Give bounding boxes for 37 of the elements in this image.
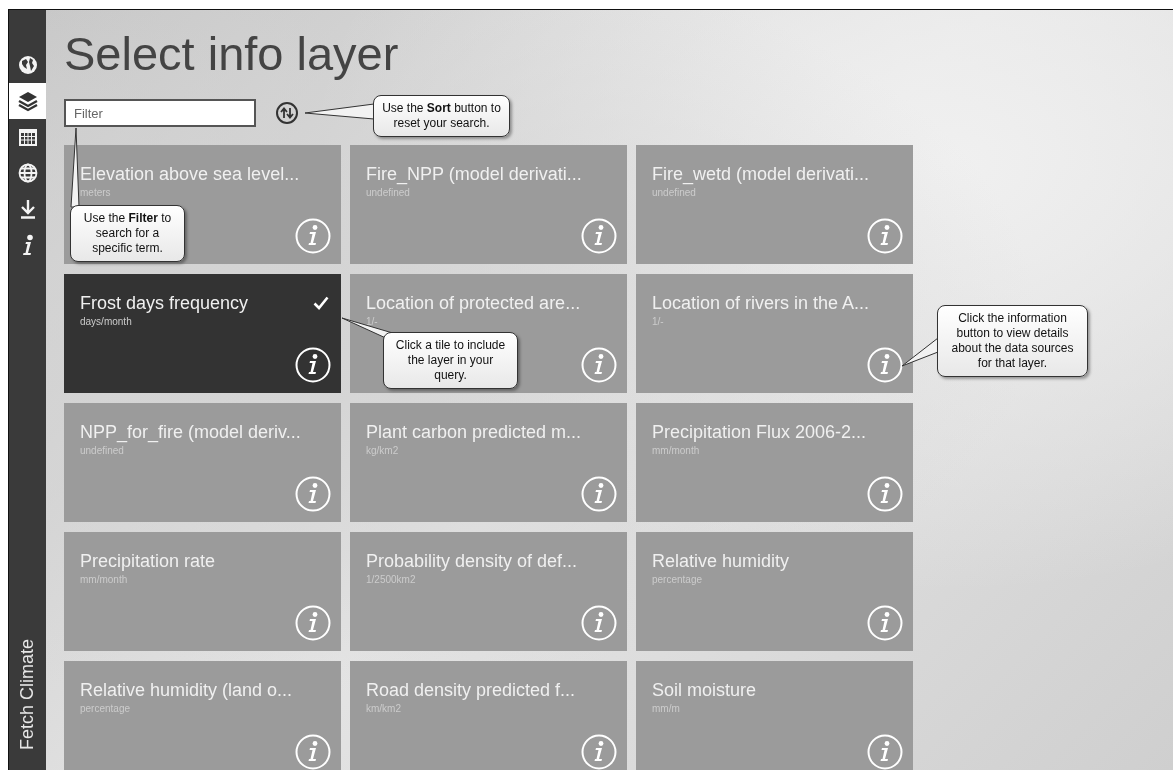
- tile-unit: days/month: [80, 316, 132, 327]
- page-title: Select info layer: [64, 26, 400, 82]
- tile-title: Fire_NPP (model derivati...: [366, 163, 582, 185]
- callout: Use the Sort button to reset your search.: [373, 95, 510, 137]
- callout-pointer: [901, 337, 939, 367]
- calendar-icon: [17, 127, 38, 147]
- sort-icon: [280, 107, 294, 119]
- callout: Click the information button to view details about the data sources for that layer.: [937, 305, 1088, 377]
- tile-title: Fire_wetd (model derivati...: [652, 163, 870, 185]
- tile-title: Precipitation Flux 2006-2...: [652, 421, 867, 443]
- globe-icon: [17, 163, 38, 183]
- layer-tile[interactable]: Frost days frequency days/month: [64, 274, 341, 393]
- tile-title: Probability density of def...: [366, 550, 578, 572]
- app-name: Fetch Climate: [17, 638, 38, 750]
- tile-title: Elevation above sea level...: [80, 163, 300, 185]
- tile-title: Location of protected are...: [366, 292, 581, 314]
- callout: Use the Filter to search for a specific term.: [70, 205, 185, 262]
- tile-title: Road density predicted f...: [366, 679, 576, 701]
- tile-title: Soil moisture: [652, 679, 757, 701]
- sidebar-item[interactable]: [9, 83, 46, 119]
- checkmark-icon: [313, 296, 329, 310]
- tile-title: Location of rivers in the A...: [652, 292, 870, 314]
- info-icon: [20, 234, 35, 256]
- tile-title: Plant carbon predicted m...: [366, 421, 582, 443]
- info-button[interactable]: [295, 347, 331, 383]
- download-icon: [18, 199, 37, 219]
- layers-icon: [16, 90, 39, 112]
- callout: Click a tile to include the layer in your query.: [383, 332, 518, 389]
- tile-title: NPP_for_fire (model deriv...: [80, 421, 301, 443]
- tile-title: Precipitation rate: [80, 550, 216, 572]
- tile-title: Relative humidity: [652, 550, 790, 572]
- sort-button[interactable]: [276, 102, 298, 124]
- callout-pointer: [304, 103, 375, 120]
- earth-icon: [17, 55, 38, 75]
- tile-title: Relative humidity (land o...: [80, 679, 293, 701]
- filter-field[interactable]: Filter: [64, 99, 256, 127]
- tile-title: Frost days frequency: [80, 292, 249, 314]
